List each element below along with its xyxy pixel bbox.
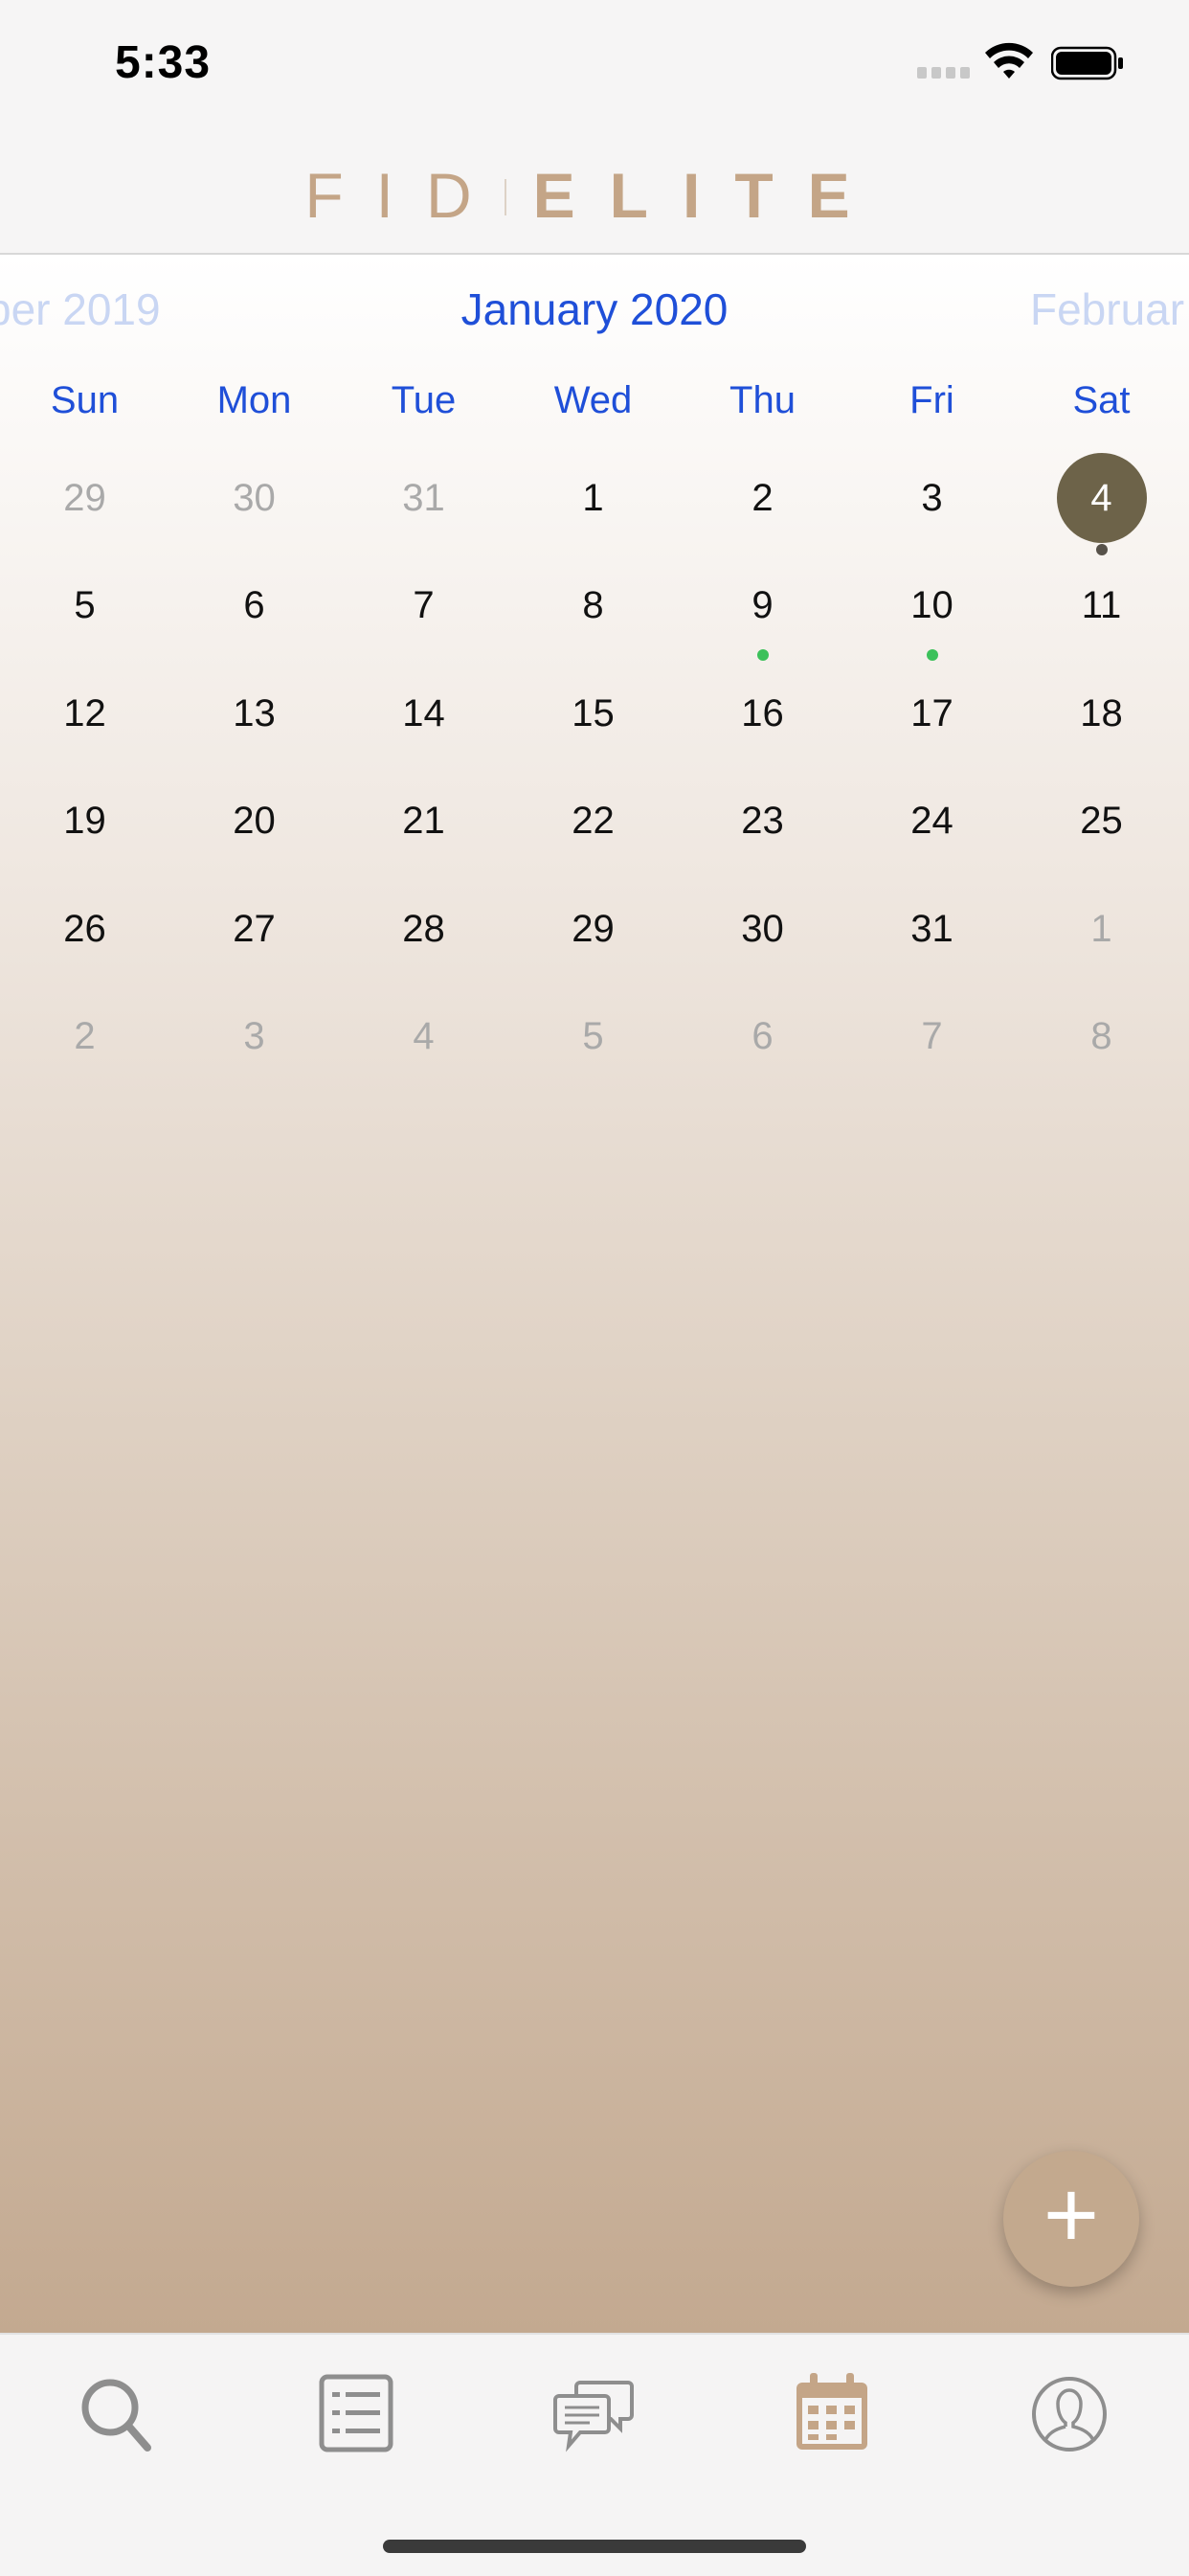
day-cell[interactable]: 25 <box>1017 767 1186 874</box>
day-cell-outside-month[interactable]: 1 <box>1017 875 1186 983</box>
day-cell[interactable]: 9 <box>678 552 847 662</box>
day-cell[interactable]: 27 <box>169 875 339 983</box>
day-cell[interactable]: 10 <box>847 552 1017 662</box>
day-cell-outside-month[interactable]: 4 <box>339 983 508 1090</box>
brand-logo-divider <box>504 178 506 215</box>
day-cell[interactable]: 1 <box>508 444 678 552</box>
current-month-label: January 2020 <box>460 284 729 334</box>
day-cell[interactable]: 3 <box>847 444 1017 552</box>
weekday-fri: Fri <box>909 379 954 421</box>
chat-icon[interactable] <box>551 2371 638 2457</box>
weekday-wed: Wed <box>553 379 633 421</box>
day-cell[interactable]: 2 <box>678 444 847 552</box>
day-cell[interactable]: 13 <box>169 660 339 767</box>
day-cell[interactable]: 23 <box>678 767 847 874</box>
day-cell[interactable]: 17 <box>847 660 1017 767</box>
app-header: FID ELITE <box>0 126 1189 255</box>
day-cell-outside-month[interactable]: 3 <box>169 983 339 1090</box>
search-icon[interactable] <box>76 2371 162 2457</box>
day-cell-outside-month[interactable]: 31 <box>339 444 508 552</box>
brand-logo: FID ELITE <box>0 159 1189 232</box>
day-cell[interactable]: 11 <box>1017 552 1186 659</box>
brand-logo-left: FID <box>304 160 505 231</box>
status-time: 5:33 <box>115 37 212 88</box>
day-cell[interactable]: 8 <box>508 552 678 659</box>
wifi-icon <box>985 42 1033 79</box>
weekday-sat: Sat <box>1072 379 1131 421</box>
day-cell-outside-month[interactable]: 8 <box>1017 983 1186 1090</box>
day-cell[interactable]: 29 <box>508 875 678 983</box>
day-cell[interactable]: 22 <box>508 767 678 874</box>
day-cell[interactable]: 20 <box>169 767 339 874</box>
day-cell[interactable]: 14 <box>339 660 508 767</box>
day-cell-outside-month[interactable]: 29 <box>0 444 169 552</box>
day-cell-selected[interactable]: 4 <box>1017 444 1186 555</box>
day-cell[interactable]: 5 <box>0 552 169 659</box>
day-cell[interactable]: 28 <box>339 875 508 983</box>
battery-icon <box>1051 46 1123 80</box>
next-month-label[interactable]: Februar <box>1030 283 1184 335</box>
weekday-sun: Sun <box>50 379 120 421</box>
day-cell[interactable]: 18 <box>1017 660 1186 767</box>
day-cell-outside-month[interactable]: 6 <box>678 983 847 1090</box>
brand-logo-right: ELITE <box>532 160 885 231</box>
home-indicator <box>383 2540 806 2553</box>
selected-day-marker: 4 <box>1056 453 1147 543</box>
status-bar: 5:33 <box>0 0 1189 126</box>
day-cell-outside-month[interactable]: 2 <box>0 983 169 1090</box>
weekday-mon: Mon <box>216 379 292 421</box>
profile-icon[interactable] <box>1026 2371 1112 2457</box>
day-cell[interactable]: 24 <box>847 767 1017 874</box>
day-cell[interactable]: 7 <box>339 552 508 659</box>
day-cell[interactable]: 15 <box>508 660 678 767</box>
day-cell-outside-month[interactable]: 30 <box>169 444 339 552</box>
day-cell-outside-month[interactable]: 7 <box>847 983 1017 1090</box>
weekday-thu: Thu <box>729 379 796 421</box>
day-cell[interactable]: 12 <box>0 660 169 767</box>
day-cell[interactable]: 16 <box>678 660 847 767</box>
day-cell[interactable]: 21 <box>339 767 508 874</box>
weekday-tue: Tue <box>391 379 457 421</box>
cellular-signal-icon <box>917 67 973 80</box>
calendar-view: ber 2019 January 2020 Februar Sun Mon Tu… <box>0 255 1189 2333</box>
day-cell[interactable]: 19 <box>0 767 169 874</box>
add-event-button[interactable]: + <box>1003 2151 1139 2287</box>
list-icon[interactable] <box>313 2371 399 2457</box>
calendar-icon[interactable] <box>789 2371 875 2457</box>
day-cell[interactable]: 26 <box>0 875 169 983</box>
day-cell[interactable]: 31 <box>847 875 1017 983</box>
day-cell[interactable]: 30 <box>678 875 847 983</box>
day-cell[interactable]: 6 <box>169 552 339 659</box>
plus-icon: + <box>1043 2161 1100 2269</box>
day-cell-outside-month[interactable]: 5 <box>508 983 678 1090</box>
